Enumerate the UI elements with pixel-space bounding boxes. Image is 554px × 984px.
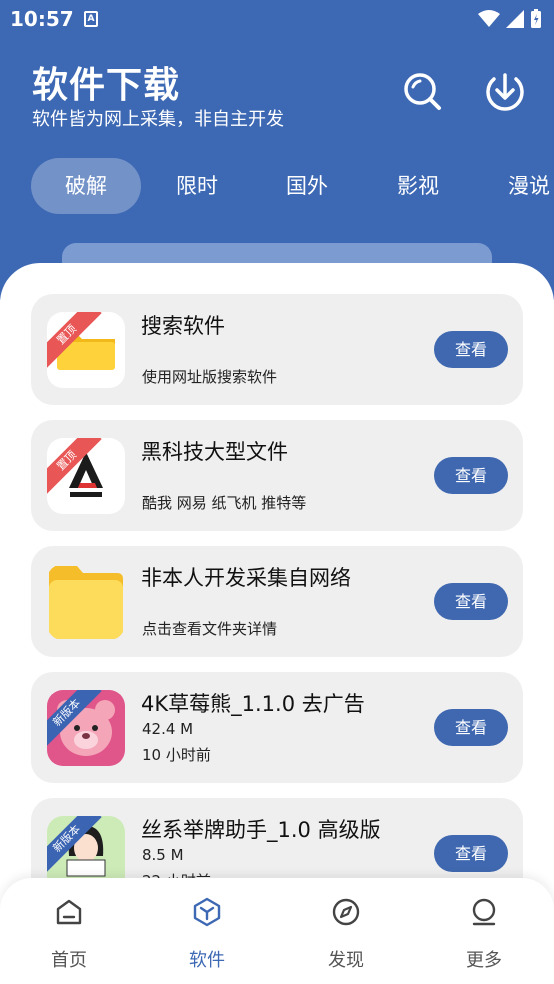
- app-updated-time: 10 小时前: [142, 746, 211, 764]
- app-name: 丝系举牌助手_1.0 高级版: [141, 818, 381, 842]
- app-description: 点击查看文件夹详情: [142, 620, 278, 638]
- nav-item-more[interactable]: 更多: [439, 896, 529, 972]
- signal-icon: [506, 10, 524, 28]
- list-item[interactable]: 新版本 4K草莓熊_1.1.0 去广告 42.4 M 10 小时前 查看: [31, 672, 523, 783]
- app-icon: 置顶: [47, 438, 125, 514]
- app-icon: 置顶: [47, 312, 125, 388]
- nav-item-discover[interactable]: 发现: [301, 896, 391, 972]
- tab-crack[interactable]: 破解: [31, 158, 141, 214]
- compass-icon: [332, 898, 360, 926]
- tab-video[interactable]: 影视: [378, 158, 458, 214]
- battery-icon: [531, 9, 541, 28]
- app-name: 搜索软件: [141, 314, 225, 338]
- download-icon: [486, 73, 524, 111]
- tab-foreign[interactable]: 国外: [267, 158, 347, 214]
- app-size: 8.5 M: [142, 846, 184, 864]
- list-item[interactable]: 非本人开发采集自网络 点击查看文件夹详情 查看: [31, 546, 523, 657]
- search-button[interactable]: [401, 70, 443, 112]
- nav-label: 软件: [189, 950, 225, 971]
- view-button[interactable]: 查看: [434, 583, 508, 620]
- app-size: 42.4 M: [142, 720, 194, 738]
- wifi-icon: [478, 10, 500, 27]
- tab-limited[interactable]: 限时: [157, 158, 237, 214]
- status-time: 10:57: [10, 7, 74, 31]
- view-button[interactable]: 查看: [434, 457, 508, 494]
- app-name: 黑科技大型文件: [141, 440, 288, 464]
- page-subtitle: 软件皆为网上采集，非自主开发: [32, 109, 284, 130]
- folder-icon: [49, 566, 123, 639]
- list-item[interactable]: 置顶 搜索软件 使用网址版搜索软件 查看: [31, 294, 523, 405]
- tab-comics[interactable]: 漫说: [489, 158, 554, 214]
- view-button[interactable]: 查看: [434, 709, 508, 746]
- list-item[interactable]: 置顶 黑科技大型文件 酷我 网易 纸飞机 推特等 查看: [31, 420, 523, 531]
- page-title: 软件下载: [32, 65, 181, 106]
- nav-label: 更多: [466, 950, 502, 971]
- nav-item-home[interactable]: 首页: [24, 896, 114, 972]
- view-button[interactable]: 查看: [434, 331, 508, 368]
- bottom-navigation: 首页 软件 发现 更多: [0, 878, 554, 984]
- view-button[interactable]: 查看: [434, 835, 508, 872]
- status-bar: 10:57 A: [0, 0, 554, 38]
- cube-icon: [193, 897, 221, 927]
- nav-item-software[interactable]: 软件: [162, 896, 252, 972]
- category-tabs: 破解 限时 国外 影视 漫说: [31, 158, 554, 214]
- app-description: 酷我 网易 纸飞机 推特等: [142, 494, 307, 512]
- profile-icon: [472, 898, 496, 926]
- nav-label: 首页: [51, 950, 87, 971]
- app-icon: 新版本: [47, 690, 125, 766]
- download-button[interactable]: [484, 70, 526, 112]
- app-name: 非本人开发采集自网络: [141, 566, 351, 590]
- search-icon: [404, 73, 441, 110]
- notification-icon: A: [84, 11, 98, 27]
- app-icon: [47, 564, 125, 640]
- app-description: 使用网址版搜索软件: [142, 368, 278, 386]
- home-icon: [56, 899, 82, 925]
- app-name: 4K草莓熊_1.1.0 去广告: [141, 692, 365, 716]
- nav-label: 发现: [328, 950, 364, 971]
- system-icons: [478, 9, 542, 29]
